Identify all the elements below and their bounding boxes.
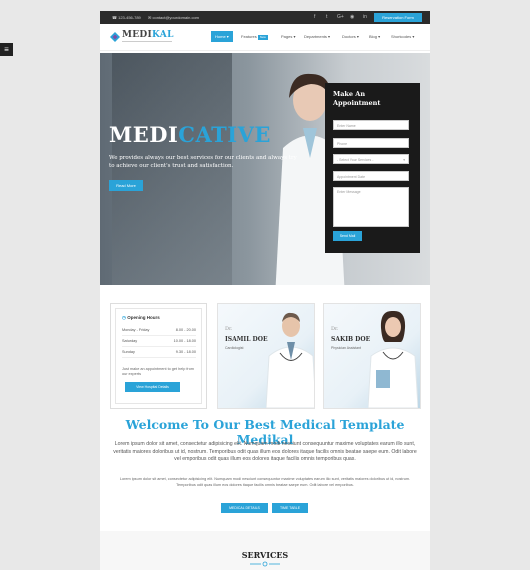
welcome-intro: Lorem ipsum dolor sit amet, consectetur … xyxy=(113,441,417,462)
doctor-name: SAKIB DOE xyxy=(331,336,371,343)
nav-blog-label: Blog xyxy=(369,34,378,39)
logo[interactable]: MEDIKAL xyxy=(122,30,174,40)
reservation-form-button[interactable]: Reservation Form xyxy=(374,13,422,22)
sidebar-toggle-button[interactable]: ≡ xyxy=(0,43,13,56)
hours-time: 8.00 - 20.00 xyxy=(175,328,196,332)
nav-pages-label: Pages xyxy=(281,34,293,39)
chevron-down-icon: ▾ xyxy=(403,158,405,162)
nav-pages[interactable]: Pages ▾ xyxy=(281,31,295,42)
nav-shortcodes[interactable]: Shortcodes ▾ xyxy=(391,31,414,42)
nav-doctors-label: Doctors xyxy=(342,34,356,39)
time-table-button[interactable]: TIME TABLE xyxy=(272,503,308,513)
linkedin-icon[interactable]: in xyxy=(363,11,367,24)
nav-home-label: Home xyxy=(215,34,226,39)
logo-part1: MEDI xyxy=(122,30,153,40)
facebook-icon[interactable]: f xyxy=(314,11,315,24)
hero-title-part1: MEDI xyxy=(109,122,179,147)
hours-row: Sunday 9.30 - 18.00 xyxy=(122,348,196,358)
nav-blog[interactable]: Blog ▾ xyxy=(369,31,380,42)
welcome-small-text: Lorem ipsum dolor sit amet, consectetur … xyxy=(119,477,411,487)
new-badge: New xyxy=(257,35,268,40)
doctor-name: ISAMIL DOE xyxy=(225,336,268,343)
date-field[interactable]: Appointment Date xyxy=(333,171,409,181)
hero-banner: MEDICATIVE We provides always our best s… xyxy=(100,53,430,285)
doctor-specialty: Physician Assistant xyxy=(331,346,361,350)
divider-ornament-icon xyxy=(250,561,280,567)
message-field[interactable]: Enter Message xyxy=(333,187,409,227)
nav-shortcodes-label: Shortcodes xyxy=(391,34,412,39)
hours-day: Monday - Friday xyxy=(122,328,150,332)
phone-contact[interactable]: ☎ 123-456-789 xyxy=(112,11,141,24)
email-text: contact@yourdomain.com xyxy=(152,15,199,20)
google-plus-icon[interactable]: G+ xyxy=(337,11,344,24)
hero-text: We provides always our best services for… xyxy=(109,155,297,169)
twitter-icon[interactable]: t xyxy=(326,11,327,24)
hero-title-part2: CATIVE xyxy=(178,122,271,147)
doctor-specialty: Cardiologist xyxy=(225,346,244,350)
page: ☎ 123-456-789 ✉ contact@yourdomain.com f… xyxy=(100,11,430,570)
doctor-card[interactable]: Dr. ISAMIL DOE Cardiologist xyxy=(217,303,315,409)
rss-icon[interactable]: ◉ xyxy=(350,11,354,24)
hours-time: 9.30 - 18.00 xyxy=(175,350,196,354)
doctor-photo xyxy=(266,312,314,408)
logo-icon[interactable] xyxy=(110,32,120,42)
service-select[interactable]: - Select Your Services - ▾ xyxy=(333,154,409,164)
opening-hours-title: ◷ Opening Hours xyxy=(122,315,160,321)
email-contact[interactable]: ✉ contact@yourdomain.com xyxy=(148,11,199,24)
hero-title: MEDICATIVE xyxy=(109,122,271,147)
hours-note: Just make an appointment to get help fro… xyxy=(122,367,194,376)
doctor-photo xyxy=(368,310,418,408)
appointment-form: Make An Appointment Enter Name Phone - S… xyxy=(325,83,420,253)
logo-part2: KAL xyxy=(152,30,174,40)
hours-time: 10.00 - 18.00 xyxy=(173,339,196,343)
nav-doctors[interactable]: Doctors ▾ xyxy=(342,31,359,42)
hours-row: Saturday 10.00 - 18.00 xyxy=(122,337,196,347)
nav-departments[interactable]: Departments ▾ xyxy=(304,31,330,42)
doctor-prefix: Dr. xyxy=(225,326,233,332)
top-bar: ☎ 123-456-789 ✉ contact@yourdomain.com f… xyxy=(100,11,430,24)
hours-day: Saturday xyxy=(122,339,138,343)
services-title: SERVICES xyxy=(241,550,289,560)
doctor-card[interactable]: Dr. SAKIB DOE Physician Assistant xyxy=(323,303,421,409)
opening-hours-inner: ◷ Opening Hours Monday - Friday 8.00 - 20… xyxy=(115,308,202,404)
opening-hours-card: ◷ Opening Hours Monday - Friday 8.00 - 20… xyxy=(110,303,207,409)
logo-tagline xyxy=(122,40,172,42)
nav-features-label: Features xyxy=(241,34,257,39)
hours-day: Sunday xyxy=(122,350,135,354)
send-mail-button[interactable]: Send Mail xyxy=(333,231,362,241)
read-more-button[interactable]: Read More xyxy=(109,180,143,191)
nav-features[interactable]: Features New xyxy=(241,31,268,42)
medical-details-button[interactable]: MEDICAL DETAILS xyxy=(221,503,268,513)
nav-departments-label: Departments xyxy=(304,34,327,39)
phone-text: 123-456-789 xyxy=(118,15,141,20)
doctor-prefix: Dr. xyxy=(331,326,339,332)
service-select-value: - Select Your Services - xyxy=(337,158,374,162)
hours-row: Monday - Friday 8.00 - 20.00 xyxy=(122,326,196,336)
view-hospital-details-button[interactable]: View Hospital Details xyxy=(125,382,180,392)
appointment-title: Make An Appointment xyxy=(333,90,381,107)
opening-hours-label: Opening Hours xyxy=(127,315,160,320)
phone-field[interactable]: Phone xyxy=(333,138,409,148)
nav-home[interactable]: Home ▾ xyxy=(211,31,233,42)
clock-icon: ◷ xyxy=(122,315,126,320)
header: MEDIKAL Home ▾ Features New Pages ▾ Depar… xyxy=(100,24,430,51)
name-field[interactable]: Enter Name xyxy=(333,120,409,130)
